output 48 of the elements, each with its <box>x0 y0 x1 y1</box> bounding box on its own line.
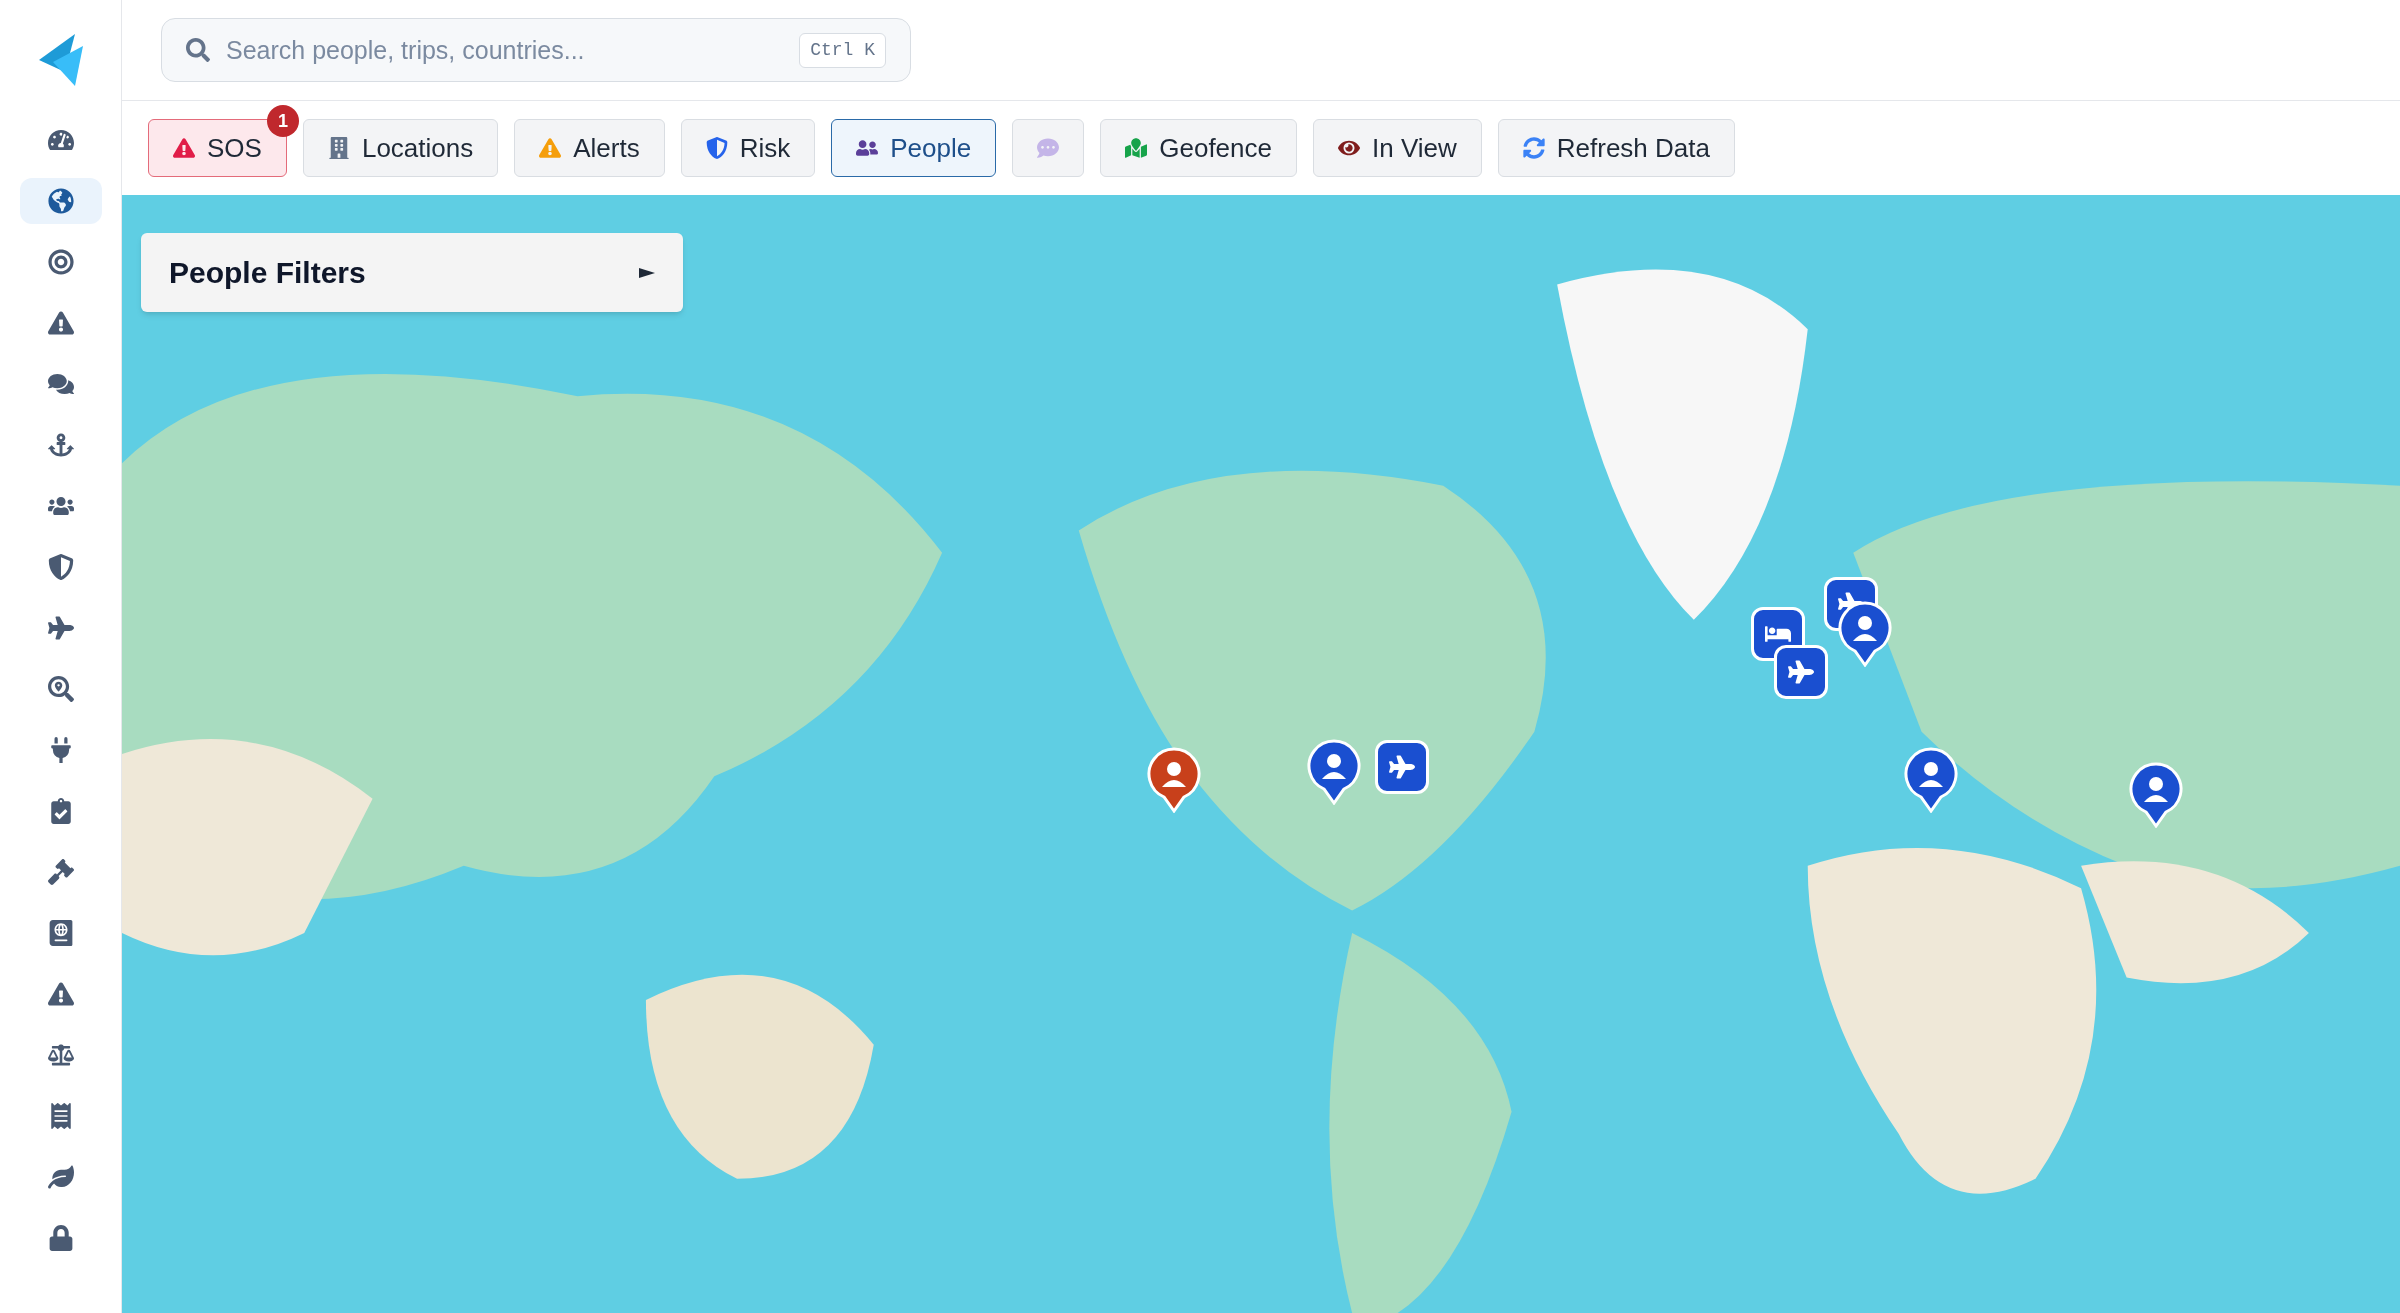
person-map-pin[interactable] <box>1146 746 1203 813</box>
scale-icon <box>47 1042 74 1068</box>
target-icon <box>47 249 74 275</box>
panel-title: People Filters <box>169 255 366 291</box>
search-location-icon <box>47 676 74 702</box>
refresh-icon <box>1522 137 1545 159</box>
lock-icon <box>47 1225 74 1251</box>
search-field[interactable]: Search people, trips, countries... Ctrl K <box>161 18 911 82</box>
plane-icon <box>1787 659 1814 686</box>
tab[interactable]: In View <box>1313 119 1482 177</box>
tab[interactable]: Risk <box>680 119 816 177</box>
search-icon <box>186 38 210 62</box>
refresh-button[interactable]: Refresh Data <box>1497 119 1735 177</box>
leaf-icon <box>47 1164 74 1190</box>
sidebar-item[interactable] <box>19 178 102 224</box>
person-map-pin[interactable] <box>1836 601 1893 668</box>
globe-icon <box>47 188 74 214</box>
warning-icon <box>47 981 74 1007</box>
chat-icon <box>47 371 74 397</box>
person-map-pin[interactable] <box>2128 762 2185 829</box>
dashboard-icon <box>47 127 74 153</box>
tab[interactable]: Locations <box>302 119 499 177</box>
flight-map-pin[interactable] <box>1375 740 1430 795</box>
gavel-icon <box>47 859 74 885</box>
tab[interactable]: Geofence <box>1100 119 1297 177</box>
speech-bubble-icon <box>1037 137 1060 159</box>
caret-icon[interactable] <box>639 266 655 279</box>
tab[interactable]: People <box>831 119 997 177</box>
map-icon <box>1125 137 1148 159</box>
warning-icon <box>539 137 562 159</box>
notification-badge: 1 <box>266 105 299 137</box>
sos-icon <box>173 137 195 159</box>
keyboard-shortcut: Ctrl K <box>799 32 886 68</box>
building-icon <box>327 137 350 159</box>
anchor-icon <box>47 432 74 458</box>
passport-icon <box>47 920 74 946</box>
shield-icon <box>47 554 74 580</box>
person-map-pin[interactable] <box>1305 738 1362 805</box>
plane-icon <box>47 615 74 641</box>
warning-icon <box>47 310 74 336</box>
flight-map-pin[interactable] <box>1773 645 1828 700</box>
filters-panel[interactable]: People Filters <box>141 233 683 312</box>
person-map-pin[interactable] <box>1902 746 1959 813</box>
shield-icon <box>705 137 728 159</box>
people-icon <box>856 137 879 159</box>
plane-icon <box>1389 754 1416 781</box>
tab[interactable]: Alerts <box>514 119 665 177</box>
search-input[interactable]: Search people, trips, countries... <box>226 19 784 81</box>
